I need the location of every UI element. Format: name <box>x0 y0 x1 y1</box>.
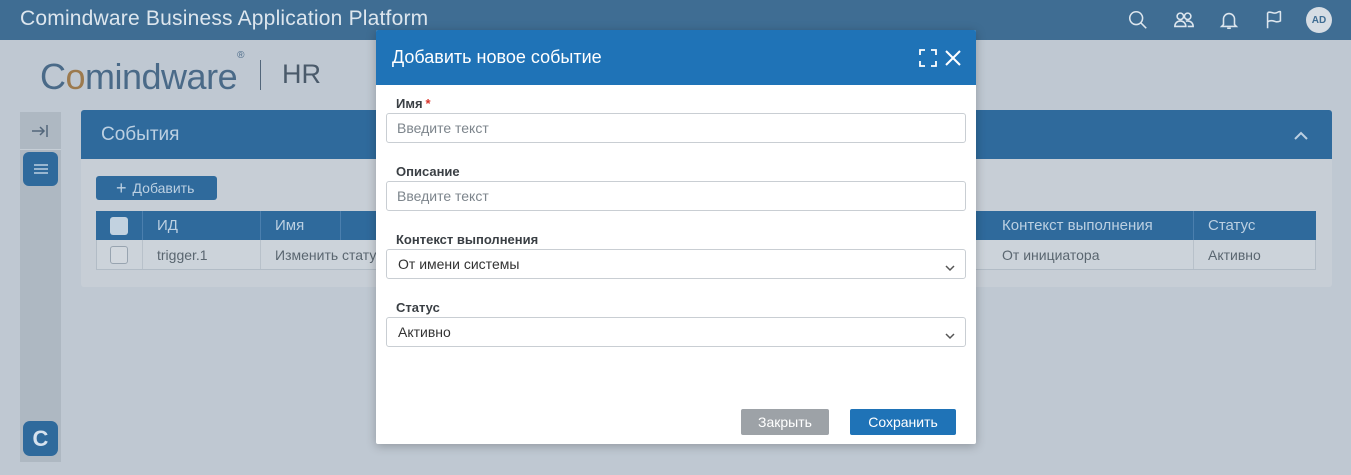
status-select[interactable]: Активно <box>386 317 966 347</box>
context-select-value: От имени системы <box>398 256 520 272</box>
row-checkbox-cell <box>97 240 143 269</box>
add-button-label: Добавить <box>132 180 195 196</box>
row-checkbox[interactable] <box>110 245 128 264</box>
context-select[interactable]: От имени системы <box>386 249 966 279</box>
bell-icon[interactable] <box>1217 8 1241 32</box>
status-label: Статус <box>396 300 440 315</box>
cell-context: От инициатора <box>988 240 1194 269</box>
brand-logo: Comindware® <box>40 50 244 98</box>
app-name: HR <box>282 59 321 89</box>
add-event-dialog: Добавить новое событие Имя* Описание Кон… <box>376 30 976 444</box>
cell-name: Изменить стату <box>275 246 377 263</box>
menu-icon[interactable] <box>23 152 58 186</box>
save-button[interactable]: Сохранить <box>850 409 956 435</box>
maximize-icon[interactable] <box>918 48 938 68</box>
select-all-checkbox[interactable] <box>110 216 128 235</box>
panel-title: События <box>101 124 180 145</box>
logo-registered-mark: ® <box>237 50 244 61</box>
select-all-checkbox-cell <box>96 211 143 240</box>
description-label: Описание <box>396 164 460 179</box>
cell-id: trigger.1 <box>143 240 261 269</box>
column-header-id[interactable]: ИД <box>143 211 261 240</box>
required-mark: * <box>425 96 431 111</box>
name-input[interactable] <box>386 113 966 143</box>
dialog-title: Добавить новое событие <box>392 47 602 67</box>
add-button[interactable]: + Добавить <box>96 176 217 200</box>
description-input[interactable] <box>386 181 966 211</box>
collapse-panel-icon[interactable] <box>1291 126 1311 146</box>
platform-badge[interactable]: C <box>23 421 58 456</box>
user-avatar[interactable]: AD <box>1306 7 1332 33</box>
expand-rail-icon[interactable] <box>28 120 52 142</box>
chevron-down-icon <box>945 328 955 340</box>
status-select-value: Активно <box>398 324 451 340</box>
logo-part: C <box>40 56 66 97</box>
column-header-name[interactable]: Имя <box>261 211 341 240</box>
dialog-header: Добавить новое событие <box>376 30 976 85</box>
search-icon[interactable] <box>1126 8 1150 32</box>
name-label: Имя * <box>396 96 431 111</box>
left-rail <box>20 112 61 462</box>
plus-icon: + <box>116 178 127 198</box>
flag-icon[interactable] <box>1262 8 1286 32</box>
brand-separator <box>260 60 261 90</box>
column-header-status[interactable]: Статус <box>1194 211 1316 240</box>
close-button[interactable]: Закрыть <box>741 409 829 435</box>
name-label-text: Имя <box>396 96 423 111</box>
cell-status: Активно <box>1208 246 1261 263</box>
rail-divider <box>20 149 61 150</box>
logo-part: mindware <box>85 56 238 97</box>
app-title: Comindware Business Application Platform <box>20 7 429 30</box>
context-label: Контекст выполнения <box>396 232 539 247</box>
users-icon[interactable] <box>1172 8 1196 32</box>
logo-part-o: o <box>65 56 86 97</box>
chevron-down-icon <box>945 260 955 272</box>
column-header-context[interactable]: Контекст выполнения <box>988 211 1194 240</box>
close-icon[interactable] <box>943 48 963 68</box>
